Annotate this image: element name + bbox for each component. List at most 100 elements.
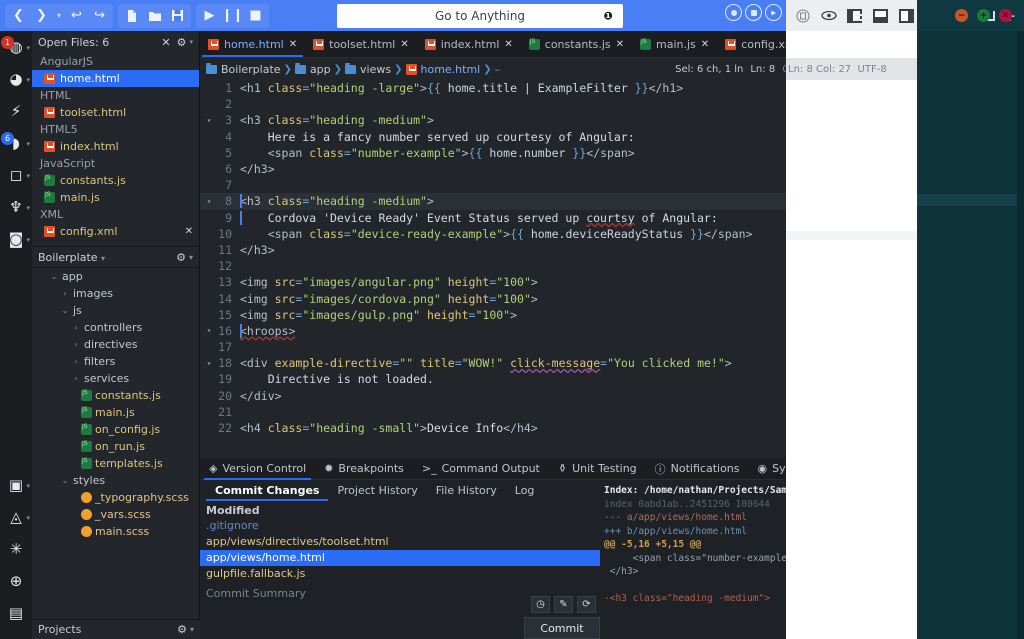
editor-line[interactable]: 5 <span class="number-example">{{ home.n… bbox=[200, 145, 1024, 161]
open-files-caret-icon[interactable]: ▾ bbox=[189, 38, 193, 46]
breadcrumb-item-Boilerplate[interactable]: Boilerplate bbox=[206, 62, 281, 76]
fold-toggle-icon[interactable]: ▾ bbox=[200, 116, 218, 125]
editor-line[interactable]: 14 <img src="images/cordova.png" height="… bbox=[200, 290, 1024, 306]
modified-file-row[interactable]: .gitignore bbox=[200, 518, 600, 534]
tree-twisty-icon[interactable]: › bbox=[71, 340, 81, 349]
commit-summary-input[interactable]: Commit Summary bbox=[200, 584, 312, 603]
breadcrumb-item-views[interactable]: views bbox=[345, 62, 391, 76]
open-file-close-icon[interactable]: ✕ bbox=[185, 226, 193, 237]
editor-line[interactable]: 10 <span class="device-ready-example">{{… bbox=[200, 226, 1024, 242]
editor-line[interactable]: ▾ 3 <h3 class="heading -medium"> bbox=[200, 112, 1024, 128]
tree-twisty-icon[interactable]: › bbox=[71, 357, 81, 366]
rail-item-notifications[interactable]: ◍ 1 ▾ bbox=[0, 31, 32, 63]
project-caret-icon[interactable]: ▾ bbox=[101, 254, 105, 263]
undo-icon[interactable]: ↩ bbox=[66, 5, 87, 26]
tree-item-directives[interactable]: › directives bbox=[32, 336, 199, 353]
vcs-tab-log[interactable]: Log bbox=[506, 480, 544, 501]
tree-item-on-run-js[interactable]: on_run.js bbox=[32, 438, 199, 455]
rail-caret-icon[interactable]: ▾ bbox=[26, 140, 30, 148]
pause-icon[interactable]: ❙❙ bbox=[222, 5, 244, 26]
edit-icon[interactable]: ✎ bbox=[554, 596, 573, 613]
rail-item-preview[interactable]: ◙ ▾ bbox=[0, 223, 32, 255]
tree-item-js[interactable]: ⌄ js bbox=[32, 302, 199, 319]
go-to-anything-input[interactable]: Go to Anything ❶ bbox=[337, 4, 623, 28]
projects-gear-icon[interactable]: ⚙ bbox=[177, 623, 187, 636]
editor-line[interactable]: ▾ 8 <h3 class="heading -medium"> bbox=[200, 193, 1024, 210]
rail-caret-icon[interactable]: ▾ bbox=[26, 482, 30, 490]
eye-icon[interactable] bbox=[818, 5, 840, 27]
tree-item--vars-scss[interactable]: _vars.scss bbox=[32, 506, 199, 523]
tree-item-templates-js[interactable]: templates.js bbox=[32, 455, 199, 472]
tree-item--typography-scss[interactable]: _typography.scss bbox=[32, 489, 199, 506]
editor-line[interactable]: ▾ 16 <hroops> bbox=[200, 323, 1024, 339]
fold-toggle-icon[interactable]: ▾ bbox=[200, 359, 218, 368]
tab-close-icon[interactable]: ✕ bbox=[701, 39, 709, 50]
breadcrumb-item-app[interactable]: app bbox=[294, 62, 331, 76]
tab-main-js[interactable]: main.js ✕ bbox=[632, 31, 717, 57]
menu-icon[interactable] bbox=[855, 11, 870, 29]
history-icon[interactable]: ◷ bbox=[531, 596, 550, 613]
tab-constants-js[interactable]: constants.js ✕ bbox=[521, 31, 632, 57]
tree-twisty-icon[interactable]: ⌄ bbox=[60, 306, 70, 315]
rail-item-debugger[interactable]: ♆ ▾ bbox=[0, 191, 32, 223]
editor-line[interactable]: 4 Here is a fancy number served up court… bbox=[200, 129, 1024, 145]
save-disk-icon[interactable] bbox=[167, 5, 188, 26]
editor-line[interactable]: 9 Cordova 'Device Ready' Event Status se… bbox=[200, 210, 1024, 226]
tab-close-icon[interactable]: ✕ bbox=[804, 39, 812, 50]
window-minimize-button[interactable]: − bbox=[955, 9, 968, 22]
new-file-icon[interactable] bbox=[121, 5, 142, 26]
tab-home-html[interactable]: home.html ✕ bbox=[200, 31, 305, 57]
rail-caret-icon[interactable]: ▾ bbox=[26, 44, 30, 52]
nav-dropdown-caret-icon[interactable]: ▾ bbox=[54, 11, 64, 20]
macro-library-icon[interactable] bbox=[792, 5, 814, 27]
editor-line[interactable]: 19 Directive is not loaded. bbox=[200, 371, 1024, 387]
editor-line[interactable]: 1 <h1 class="heading -large">{{ home.titl… bbox=[200, 80, 1024, 96]
rail-caret-icon[interactable]: ▾ bbox=[26, 76, 30, 84]
toggle-right-pane-icon[interactable] bbox=[895, 5, 917, 27]
macro-stop-icon[interactable] bbox=[745, 4, 762, 21]
rail-item-panes[interactable]: ◻ ▾ bbox=[0, 159, 32, 191]
editor-line[interactable]: 7 bbox=[200, 177, 1024, 193]
bottom-tab-syntax-checking[interactable]: ◉ Syntax Checking bbox=[749, 458, 874, 480]
editor-line[interactable]: 12 bbox=[200, 258, 1024, 274]
editor-line[interactable]: 13 <img src="images/angular.png" height="… bbox=[200, 274, 1024, 290]
rail-item-snippets[interactable]: ✳ bbox=[0, 533, 32, 565]
window-maximize-button[interactable]: + bbox=[977, 9, 990, 22]
play-icon[interactable]: ▶ bbox=[199, 5, 220, 26]
modified-file-row[interactable]: gulpfile.fallback.js bbox=[200, 566, 600, 582]
stop-icon[interactable]: ■ bbox=[245, 5, 266, 26]
editor-line[interactable]: 11 </h3> bbox=[200, 242, 1024, 258]
rail-item-version-control[interactable]: ◗ 6 ▾ bbox=[0, 127, 32, 159]
rail-item-web[interactable]: ⊕ bbox=[0, 565, 32, 597]
rail-item-places[interactable]: ◕ ▾ bbox=[0, 63, 32, 95]
editor-line[interactable]: 20 </div> bbox=[200, 388, 1024, 404]
open-file-home-html[interactable]: home.html bbox=[32, 70, 199, 87]
toggle-bottom-pane-icon[interactable] bbox=[869, 5, 891, 27]
rail-item-terminal[interactable]: ▣ ▾ bbox=[0, 469, 32, 501]
tree-twisty-icon[interactable]: › bbox=[71, 323, 81, 332]
vcs-tab-file-history[interactable]: File History bbox=[427, 480, 506, 501]
rail-caret-icon[interactable]: ▾ bbox=[26, 172, 30, 180]
open-folder-icon[interactable] bbox=[144, 5, 165, 26]
rail-item-quick-actions[interactable]: ⚡ bbox=[0, 95, 32, 127]
editor-line[interactable]: 2 bbox=[200, 96, 1024, 112]
project-gear-caret-icon[interactable]: ▾ bbox=[189, 253, 193, 262]
tree-item-constants-js[interactable]: constants.js bbox=[32, 387, 199, 404]
window-close-button[interactable]: ✕ bbox=[999, 9, 1012, 22]
open-file-toolset-html[interactable]: toolset.html bbox=[32, 104, 199, 121]
tree-item-controllers[interactable]: › controllers bbox=[32, 319, 199, 336]
tab-toolset-html[interactable]: toolset.html ✕ bbox=[305, 31, 417, 57]
open-file-constants-js[interactable]: constants.js bbox=[32, 172, 199, 189]
fold-toggle-icon[interactable]: ▾ bbox=[200, 197, 218, 206]
rail-item-save-all[interactable]: ▤ bbox=[0, 597, 32, 629]
rail-item-profiler[interactable]: ◬ ▾ bbox=[0, 501, 32, 533]
tree-item-styles[interactable]: ⌄ styles bbox=[32, 472, 199, 489]
modified-file-row[interactable]: app/views/home.html bbox=[200, 550, 600, 566]
editor-line[interactable]: 17 bbox=[200, 339, 1024, 355]
tree-item-services[interactable]: › services bbox=[32, 370, 199, 387]
vcs-tab-commit-changes[interactable]: Commit Changes bbox=[206, 480, 329, 501]
tree-twisty-icon[interactable]: › bbox=[71, 374, 81, 383]
bottom-tab-unit-testing[interactable]: ⚱ Unit Testing bbox=[549, 458, 646, 480]
tab-index-html[interactable]: index.html ✕ bbox=[417, 31, 521, 57]
vcs-tab-project-history[interactable]: Project History bbox=[328, 480, 426, 501]
